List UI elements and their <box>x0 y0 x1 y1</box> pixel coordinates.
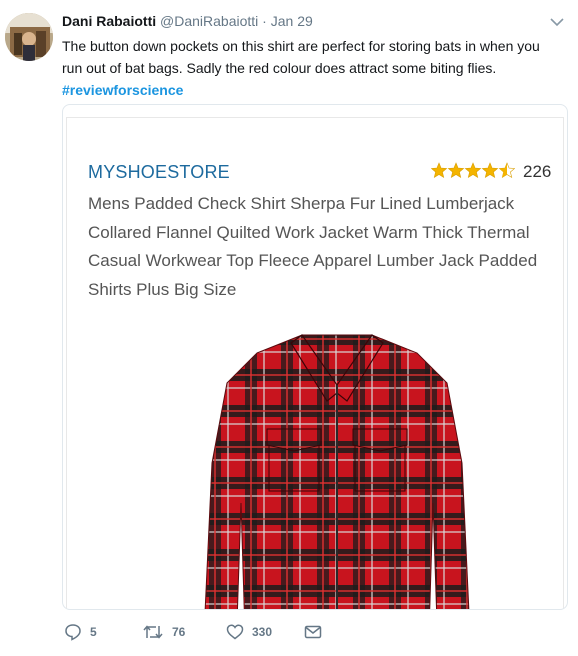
star-icon <box>464 162 482 178</box>
product-title: Mens Padded Check Shirt Sherpa Fur Lined… <box>88 194 538 299</box>
media-card[interactable]: MYSHOESTORE 226 Mens Padded Check Shirt … <box>62 104 568 610</box>
product-image <box>204 334 470 609</box>
retweet-button[interactable]: 76 <box>142 622 185 642</box>
product-listing: MYSHOESTORE 226 Mens Padded Check Shirt … <box>66 117 564 609</box>
half-star-icon <box>498 162 515 178</box>
envelope-icon <box>304 625 322 639</box>
reply-button[interactable]: 5 <box>64 622 97 642</box>
reply-icon <box>65 624 81 641</box>
retweet-icon <box>143 625 163 639</box>
author-name[interactable]: Dani Rabaiotti <box>62 13 156 29</box>
avatar[interactable] <box>5 13 53 61</box>
like-count: 330 <box>252 625 273 639</box>
separator: · <box>262 13 267 29</box>
like-button[interactable]: 330 <box>226 622 272 642</box>
tweet-actions: 5 76 330 <box>62 622 462 646</box>
star-icon <box>431 162 448 178</box>
author-handle[interactable]: @DaniRabaiotti <box>160 13 258 29</box>
tweet-header: Dani Rabaiotti @DaniRabaiotti · Jan 29 <box>62 13 313 29</box>
heart-icon <box>226 624 244 640</box>
tweet-text: The button down pockets on this shirt ar… <box>62 35 562 101</box>
review-count: 226 <box>523 162 552 181</box>
avatar-image <box>5 13 53 61</box>
tweet: Dani Rabaiotti @DaniRabaiotti · Jan 29 T… <box>0 0 578 656</box>
store-name: MYSHOESTORE <box>88 162 230 182</box>
star-icon <box>447 162 465 178</box>
retweet-count: 76 <box>172 625 186 639</box>
rating-stars <box>431 162 515 178</box>
tweet-body: The button down pockets on this shirt ar… <box>62 38 540 76</box>
reply-count: 5 <box>90 625 97 639</box>
direct-message-button[interactable] <box>304 622 322 642</box>
star-icon <box>481 162 499 178</box>
chevron-down-icon[interactable] <box>550 14 564 27</box>
timestamp[interactable]: Jan 29 <box>271 13 313 29</box>
hashtag-link[interactable]: #reviewforscience <box>62 82 183 98</box>
